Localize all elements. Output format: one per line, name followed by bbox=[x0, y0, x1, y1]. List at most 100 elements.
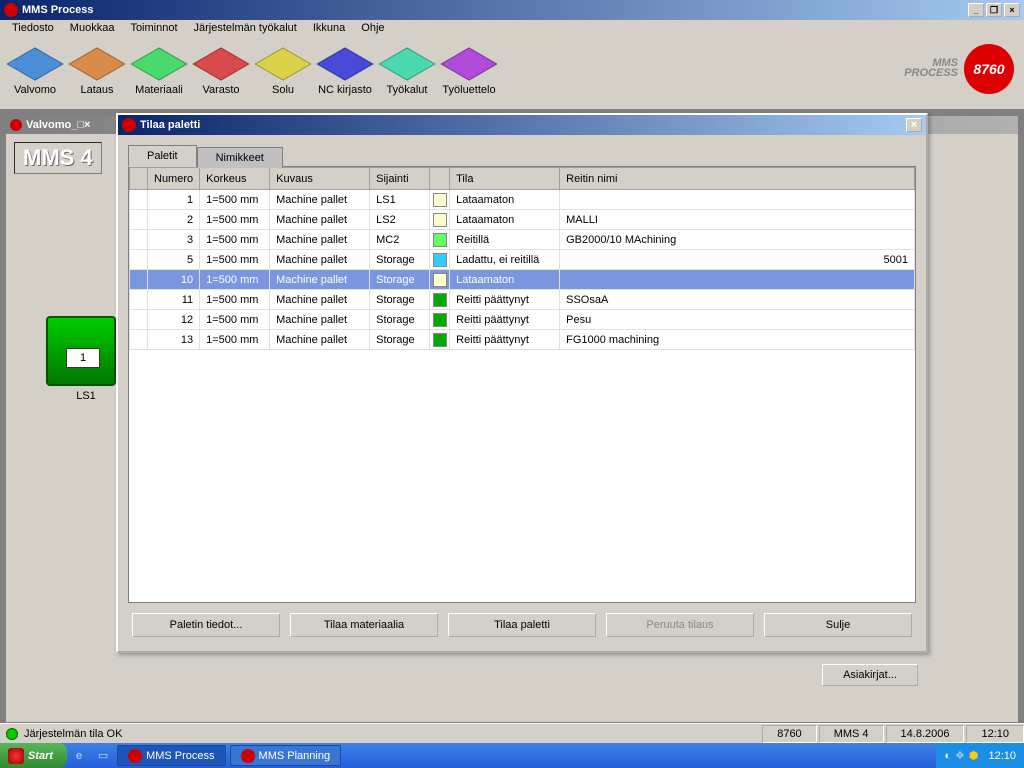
toolbar-materiaali[interactable]: Materiaali bbox=[128, 44, 190, 105]
child-maximize-button[interactable]: □ bbox=[77, 119, 84, 131]
taskbar-mms-planning[interactable]: MMS Planning bbox=[230, 745, 342, 766]
dialog-title: Tilaa paletti bbox=[140, 119, 200, 131]
toolbar-ty-kalut[interactable]: Työkalut bbox=[376, 44, 438, 105]
tray-icon[interactable]: ⬢ bbox=[969, 749, 979, 762]
dialog-close-button[interactable]: × bbox=[906, 118, 922, 132]
menu-toiminnot[interactable]: Toiminnot bbox=[122, 20, 185, 40]
tab-paletit[interactable]: Paletit bbox=[128, 145, 197, 167]
table-row[interactable]: 31=500 mmMachine palletMC2ReitilläGB2000… bbox=[130, 230, 915, 250]
station-graphic: 1 bbox=[46, 316, 116, 386]
app-icon bbox=[4, 3, 18, 17]
tilaa-materiaalia-button[interactable]: Tilaa materiaalia bbox=[290, 613, 438, 637]
table-row[interactable]: 131=500 mmMachine palletStorageReitti pä… bbox=[130, 330, 915, 350]
taskbar-mms-process[interactable]: MMS Process bbox=[117, 745, 225, 766]
column-header[interactable] bbox=[430, 168, 450, 190]
toolbar-ty-luettelo[interactable]: Työluettelo bbox=[438, 44, 500, 105]
windows-logo-icon bbox=[8, 748, 24, 764]
taskbar-app-label: MMS Planning bbox=[259, 750, 331, 762]
peruuta-tilaus-button[interactable]: Peruuta tilaus bbox=[606, 613, 754, 637]
tray-icon[interactable]: ◐ bbox=[944, 750, 951, 762]
row-handle bbox=[130, 310, 148, 330]
taskbar-app-label: MMS Process bbox=[146, 750, 214, 762]
toolbar-valvomo[interactable]: Valvomo bbox=[4, 44, 66, 105]
status-pane-system: MMS 4 bbox=[819, 725, 884, 743]
toolbar-icon bbox=[325, 44, 365, 84]
statusbar: Järjestelmän tila OK 8760 MMS 4 14.8.200… bbox=[0, 723, 1024, 743]
table-row[interactable]: 111=500 mmMachine palletStorageReitti pä… bbox=[130, 290, 915, 310]
menu-ikkuna[interactable]: Ikkuna bbox=[305, 20, 353, 40]
tilaa-paletti-button[interactable]: Tilaa paletti bbox=[448, 613, 596, 637]
cell-korkeus: 1=500 mm bbox=[200, 330, 270, 350]
grid-header-row: NumeroKorkeusKuvausSijainti TilaReitin ni… bbox=[130, 168, 915, 190]
status-led-icon bbox=[6, 728, 18, 740]
dialog-tabs: Paletit Nimikkeet bbox=[128, 145, 916, 166]
toolbar-solu[interactable]: Solu bbox=[252, 44, 314, 105]
quicklaunch-ie-icon[interactable]: e bbox=[69, 746, 89, 766]
menu-tiedosto[interactable]: Tiedosto bbox=[4, 20, 62, 40]
toolbar-nc-kirjasto[interactable]: NC kirjasto bbox=[314, 44, 376, 105]
mms4-heading: MMS 4 bbox=[14, 142, 102, 174]
menu-j-rjestelm-n-ty-kalut[interactable]: Järjestelmän työkalut bbox=[186, 20, 305, 40]
main-toolbar: ValvomoLatausMateriaaliVarastoSoluNC kir… bbox=[0, 40, 1024, 110]
cell-status-color bbox=[430, 230, 450, 250]
toolbar-lataus[interactable]: Lataus bbox=[66, 44, 128, 105]
toolbar-icon bbox=[77, 44, 117, 84]
app-title: MMS Process bbox=[22, 4, 94, 16]
close-button[interactable]: × bbox=[1004, 3, 1020, 17]
cell-tila: Reitti päättynyt bbox=[450, 330, 560, 350]
menu-muokkaa[interactable]: Muokkaa bbox=[62, 20, 123, 40]
child-close-button[interactable]: × bbox=[84, 119, 90, 131]
tab-nimikkeet[interactable]: Nimikkeet bbox=[197, 147, 283, 168]
tray-icon[interactable]: ❖ bbox=[955, 749, 965, 762]
cell-reitin-nimi bbox=[560, 270, 915, 290]
column-header[interactable]: Korkeus bbox=[200, 168, 270, 190]
column-header[interactable]: Sijainti bbox=[370, 168, 430, 190]
pallet-grid[interactable]: NumeroKorkeusKuvausSijainti TilaReitin ni… bbox=[128, 166, 916, 603]
status-pane-date: 14.8.2006 bbox=[886, 725, 965, 743]
system-tray[interactable]: ◐ ❖ ⬢ 12:10 bbox=[936, 743, 1024, 768]
station-ls1[interactable]: 1 LS1 bbox=[46, 316, 126, 402]
table-row[interactable]: 21=500 mmMachine palletLS2LataamatonMALL… bbox=[130, 210, 915, 230]
asiakirjat-button[interactable]: Asiakirjat... bbox=[822, 664, 918, 686]
column-header[interactable]: Kuvaus bbox=[270, 168, 370, 190]
station-slot: 1 bbox=[66, 348, 100, 368]
toolbar-varasto[interactable]: Varasto bbox=[190, 44, 252, 105]
cell-numero: 11 bbox=[148, 290, 200, 310]
cell-tila: Reitillä bbox=[450, 230, 560, 250]
cell-kuvaus: Machine pallet bbox=[270, 230, 370, 250]
taskbar-app-icon bbox=[128, 749, 142, 763]
cell-reitin-nimi: MALLI bbox=[560, 210, 915, 230]
cell-status-color bbox=[430, 310, 450, 330]
cell-korkeus: 1=500 mm bbox=[200, 190, 270, 210]
sulje-button[interactable]: Sulje bbox=[764, 613, 912, 637]
column-header[interactable] bbox=[130, 168, 148, 190]
row-handle bbox=[130, 190, 148, 210]
paletin-tiedot-button[interactable]: Paletin tiedot... bbox=[132, 613, 280, 637]
tray-clock: 12:10 bbox=[988, 750, 1016, 762]
table-row[interactable]: 121=500 mmMachine palletStorageReitti pä… bbox=[130, 310, 915, 330]
cell-reitin-nimi bbox=[560, 190, 915, 210]
restore-button[interactable]: ❐ bbox=[986, 3, 1002, 17]
start-button[interactable]: Start bbox=[0, 743, 67, 768]
toolbar-icon bbox=[449, 44, 489, 84]
table-row[interactable]: 11=500 mmMachine palletLS1Lataamaton bbox=[130, 190, 915, 210]
table-row[interactable]: 101=500 mmMachine palletStorageLataamato… bbox=[130, 270, 915, 290]
cell-korkeus: 1=500 mm bbox=[200, 290, 270, 310]
cell-kuvaus: Machine pallet bbox=[270, 250, 370, 270]
app-logo: MMS PROCESS 8760 bbox=[904, 44, 1014, 94]
minimize-button[interactable]: _ bbox=[968, 3, 984, 17]
cell-reitin-nimi: 5001 bbox=[560, 250, 915, 270]
taskbar-app-icon bbox=[241, 749, 255, 763]
cell-kuvaus: Machine pallet bbox=[270, 330, 370, 350]
toolbar-icon bbox=[263, 44, 303, 84]
column-header[interactable]: Numero bbox=[148, 168, 200, 190]
status-pane-time: 12:10 bbox=[966, 725, 1024, 743]
cell-tila: Ladattu, ei reitillä bbox=[450, 250, 560, 270]
column-header[interactable]: Reitin nimi bbox=[560, 168, 915, 190]
cell-sijainti: MC2 bbox=[370, 230, 430, 250]
menu-ohje[interactable]: Ohje bbox=[353, 20, 392, 40]
column-header[interactable]: Tila bbox=[450, 168, 560, 190]
cell-numero: 13 bbox=[148, 330, 200, 350]
table-row[interactable]: 51=500 mmMachine palletStorageLadattu, e… bbox=[130, 250, 915, 270]
quicklaunch-desktop-icon[interactable]: ▭ bbox=[93, 746, 113, 766]
